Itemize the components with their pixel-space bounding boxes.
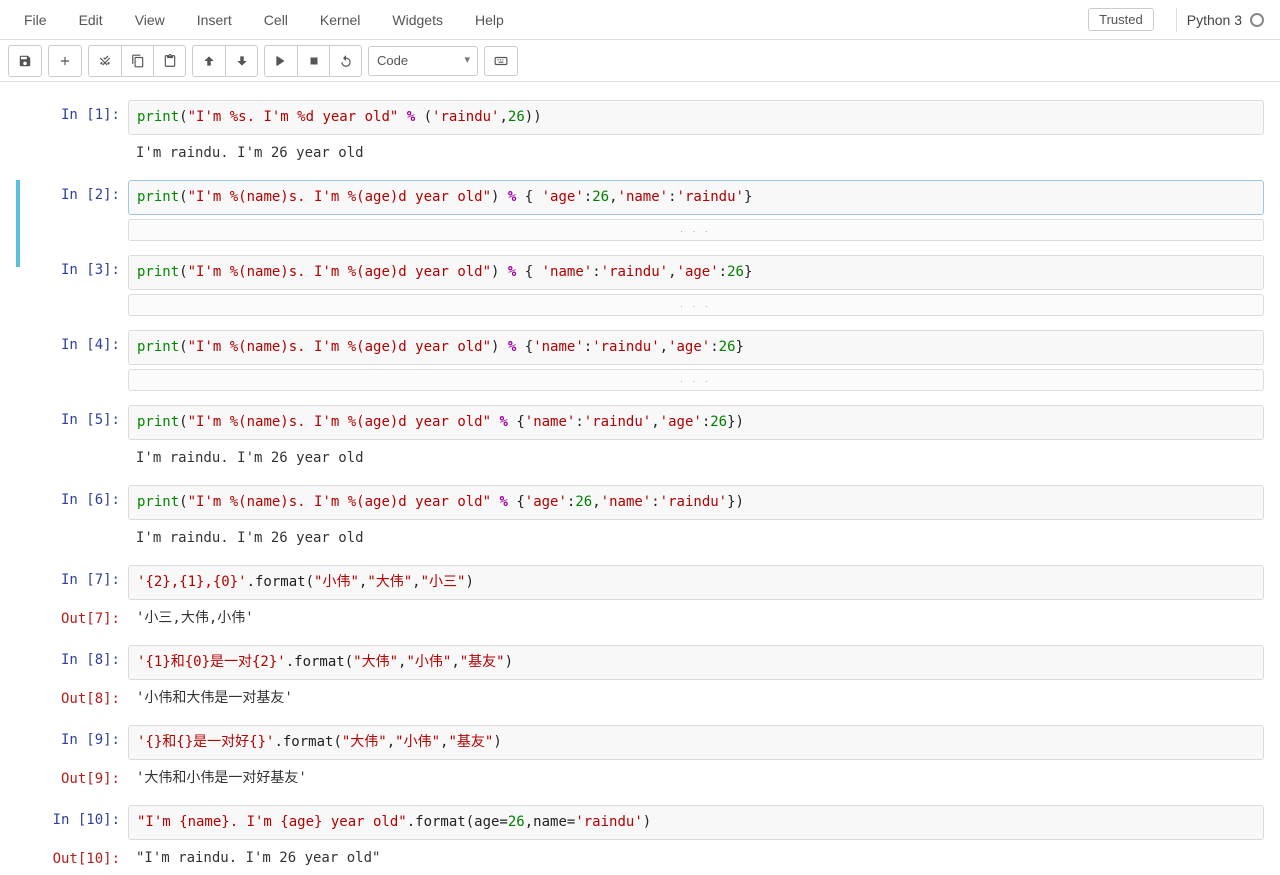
code-input[interactable]: "I'm {name}. I'm {age} year old".format(… bbox=[128, 805, 1264, 840]
out-prompt bbox=[18, 139, 128, 146]
cell-type-select[interactable]: Code bbox=[368, 46, 478, 76]
code-cell[interactable]: In [3]:print("I'm %(name)s. I'm %(age)d … bbox=[14, 255, 1266, 316]
code-cell[interactable]: In [2]:print("I'm %(name)s. I'm %(age)d … bbox=[14, 180, 1266, 241]
copy-button[interactable] bbox=[121, 46, 153, 76]
toolbar: Code bbox=[0, 40, 1280, 82]
code-cell[interactable]: In [5]:print("I'm %(name)s. I'm %(age)d … bbox=[14, 405, 1266, 471]
in-prompt: In [1]: bbox=[18, 100, 128, 123]
in-prompt: In [6]: bbox=[18, 485, 128, 508]
in-prompt: In [7]: bbox=[18, 565, 128, 588]
code-input[interactable]: '{}和{}是一对好{}'.format("大伟","小伟","基友") bbox=[128, 725, 1264, 760]
output-text: I'm raindu. I'm 26 year old bbox=[128, 524, 1264, 551]
code-input[interactable]: print("I'm %(name)s. I'm %(age)d year ol… bbox=[128, 405, 1264, 440]
command-palette-button[interactable] bbox=[484, 46, 518, 76]
restart-button[interactable] bbox=[329, 46, 361, 76]
code-input[interactable]: print("I'm %(name)s. I'm %(age)d year ol… bbox=[128, 330, 1264, 365]
output-text: "I'm raindu. I'm 26 year old" bbox=[128, 844, 1264, 871]
code-cell[interactable]: In [10]:"I'm {name}. I'm {age} year old"… bbox=[14, 805, 1266, 871]
menu-edit[interactable]: Edit bbox=[63, 12, 119, 28]
output-text: '小三,大伟,小伟' bbox=[128, 604, 1264, 631]
cut-button[interactable] bbox=[89, 46, 121, 76]
code-input[interactable]: print("I'm %(name)s. I'm %(age)d year ol… bbox=[128, 180, 1264, 215]
code-input[interactable]: print("I'm %(name)s. I'm %(age)d year ol… bbox=[128, 485, 1264, 520]
in-prompt: In [10]: bbox=[18, 805, 128, 828]
code-cell[interactable]: In [1]:print("I'm %s. I'm %d year old" %… bbox=[14, 100, 1266, 166]
add-cell-button[interactable] bbox=[49, 46, 81, 76]
out-prompt bbox=[18, 524, 128, 531]
menu-help[interactable]: Help bbox=[459, 12, 520, 28]
in-prompt: In [9]: bbox=[18, 725, 128, 748]
out-prompt: Out[8]: bbox=[18, 684, 128, 707]
kernel-name[interactable]: Python 3 bbox=[1187, 12, 1242, 28]
move-up-button[interactable] bbox=[193, 46, 225, 76]
out-prompt: Out[10]: bbox=[18, 844, 128, 867]
in-prompt: In [8]: bbox=[18, 645, 128, 668]
save-button[interactable] bbox=[9, 46, 41, 76]
out-prompt: Out[9]: bbox=[18, 764, 128, 787]
menu-cell[interactable]: Cell bbox=[248, 12, 304, 28]
code-cell[interactable]: In [9]:'{}和{}是一对好{}'.format("大伟","小伟","基… bbox=[14, 725, 1266, 791]
paste-button[interactable] bbox=[153, 46, 185, 76]
menu-view[interactable]: View bbox=[119, 12, 181, 28]
output-text: '小伟和大伟是一对基友' bbox=[128, 684, 1264, 711]
code-cell[interactable]: In [6]:print("I'm %(name)s. I'm %(age)d … bbox=[14, 485, 1266, 551]
in-prompt: In [3]: bbox=[18, 255, 128, 278]
menu-widgets[interactable]: Widgets bbox=[376, 12, 459, 28]
menu-insert[interactable]: Insert bbox=[181, 12, 248, 28]
move-down-button[interactable] bbox=[225, 46, 257, 76]
out-prompt bbox=[18, 444, 128, 451]
trusted-badge[interactable]: Trusted bbox=[1088, 8, 1154, 31]
stop-button[interactable] bbox=[297, 46, 329, 76]
in-prompt: In [4]: bbox=[18, 330, 128, 353]
menu-file[interactable]: File bbox=[8, 12, 63, 28]
code-cell[interactable]: In [8]:'{1}和{0}是一对{2}'.format("大伟","小伟",… bbox=[14, 645, 1266, 711]
in-prompt: In [2]: bbox=[18, 180, 128, 203]
in-prompt: In [5]: bbox=[18, 405, 128, 428]
menu-kernel[interactable]: Kernel bbox=[304, 12, 376, 28]
menubar: File Edit View Insert Cell Kernel Widget… bbox=[0, 0, 1280, 40]
code-input[interactable]: print("I'm %(name)s. I'm %(age)d year ol… bbox=[128, 255, 1264, 290]
output-text: I'm raindu. I'm 26 year old bbox=[128, 139, 1264, 166]
output-collapsed[interactable]: . . . bbox=[128, 294, 1264, 316]
run-button[interactable] bbox=[265, 46, 297, 76]
code-input[interactable]: print("I'm %s. I'm %d year old" % ('rain… bbox=[128, 100, 1264, 135]
output-collapsed[interactable]: . . . bbox=[128, 369, 1264, 391]
code-cell[interactable]: In [7]:'{2},{1},{0}'.format("小伟","大伟","小… bbox=[14, 565, 1266, 631]
output-text: '大伟和小伟是一对好基友' bbox=[128, 764, 1264, 791]
output-text: I'm raindu. I'm 26 year old bbox=[128, 444, 1264, 471]
code-input[interactable]: '{2},{1},{0}'.format("小伟","大伟","小三") bbox=[128, 565, 1264, 600]
kernel-info: Python 3 bbox=[1187, 12, 1272, 28]
code-input[interactable]: '{1}和{0}是一对{2}'.format("大伟","小伟","基友") bbox=[128, 645, 1264, 680]
output-collapsed[interactable]: . . . bbox=[128, 219, 1264, 241]
divider bbox=[1176, 8, 1177, 32]
code-cell[interactable]: In [4]:print("I'm %(name)s. I'm %(age)d … bbox=[14, 330, 1266, 391]
notebook-area[interactable]: In [1]:print("I'm %s. I'm %d year old" %… bbox=[0, 82, 1280, 875]
kernel-status-icon bbox=[1250, 13, 1264, 27]
out-prompt: Out[7]: bbox=[18, 604, 128, 627]
